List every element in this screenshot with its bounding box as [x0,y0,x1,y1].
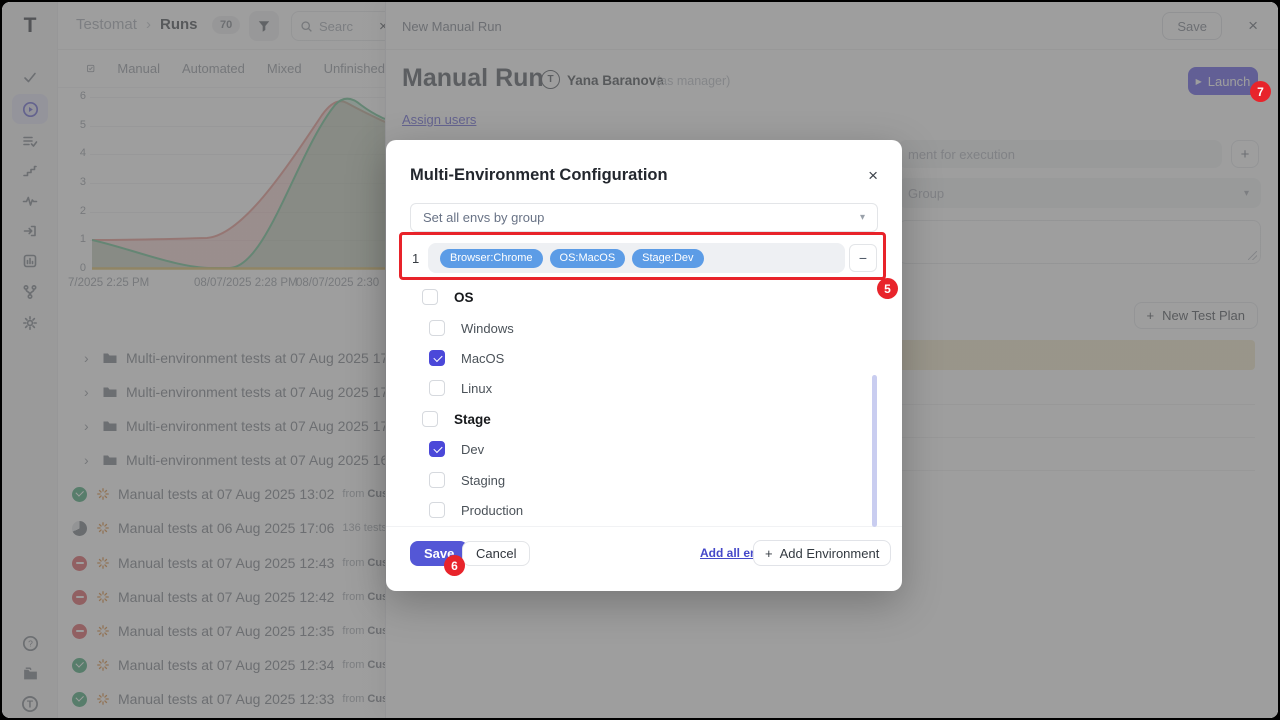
add-environment-button[interactable]: + Add Environment [753,540,891,566]
checkbox-windows[interactable] [429,320,445,336]
checkbox-production[interactable] [429,502,445,518]
env-option-row[interactable]: Staging [429,469,505,491]
env-tag-browser[interactable]: Browser:Chrome [440,249,543,268]
env-option-row[interactable]: Dev [429,438,484,460]
select-placeholder: Set all envs by group [423,210,544,225]
plus-icon: + [765,546,773,561]
checkbox-macos[interactable] [429,350,445,366]
env-tag-container[interactable]: Browser:Chrome OS:MacOS Stage:Dev [428,243,845,273]
set-envs-by-group-select[interactable]: Set all envs by group ▾ [410,203,878,232]
screen: T ? [0,0,1280,720]
chevron-down-icon: ▾ [860,212,865,223]
checkbox-dev[interactable] [429,441,445,457]
group-label: OS [454,290,474,305]
checkbox-stage[interactable] [422,411,438,427]
env-option-row[interactable]: MacOS [429,347,504,369]
option-label: MacOS [461,351,504,366]
option-label: Windows [461,321,514,336]
env-option-row[interactable]: Windows [429,317,514,339]
annotation-step-5-badge: 5 [877,278,898,299]
env-tag-os[interactable]: OS:MacOS [550,249,626,268]
option-label: Production [461,503,523,518]
option-label: Staging [461,473,505,488]
remove-environment-button[interactable]: − [849,244,877,272]
env-option-row[interactable]: Production [429,499,523,521]
env-row-index: 1 [412,251,419,266]
modal-cancel-button[interactable]: Cancel [462,541,530,566]
add-environment-label: Add Environment [780,546,880,561]
annotation-step-7-badge: 7 [1250,81,1271,102]
option-label: Linux [461,381,492,396]
environment-checkbox-list: OS Windows MacOS Linux Stage Dev Staging [386,280,902,527]
option-label: Dev [461,442,484,457]
env-option-row[interactable]: Linux [429,377,492,399]
checkbox-os[interactable] [422,289,438,305]
group-label: Stage [454,412,491,427]
annotation-step-6-badge: 6 [444,555,465,576]
modal-scrollbar[interactable] [872,375,877,527]
env-tag-stage[interactable]: Stage:Dev [632,249,703,268]
modal-title: Multi-Environment Configuration [410,166,668,185]
checkbox-staging[interactable] [429,472,445,488]
multi-environment-modal: Multi-Environment Configuration × Set al… [386,140,902,591]
checkbox-linux[interactable] [429,380,445,396]
env-group-row[interactable]: OS [422,286,474,308]
env-group-row[interactable]: Stage [422,408,491,430]
modal-close-icon[interactable]: × [868,167,878,184]
